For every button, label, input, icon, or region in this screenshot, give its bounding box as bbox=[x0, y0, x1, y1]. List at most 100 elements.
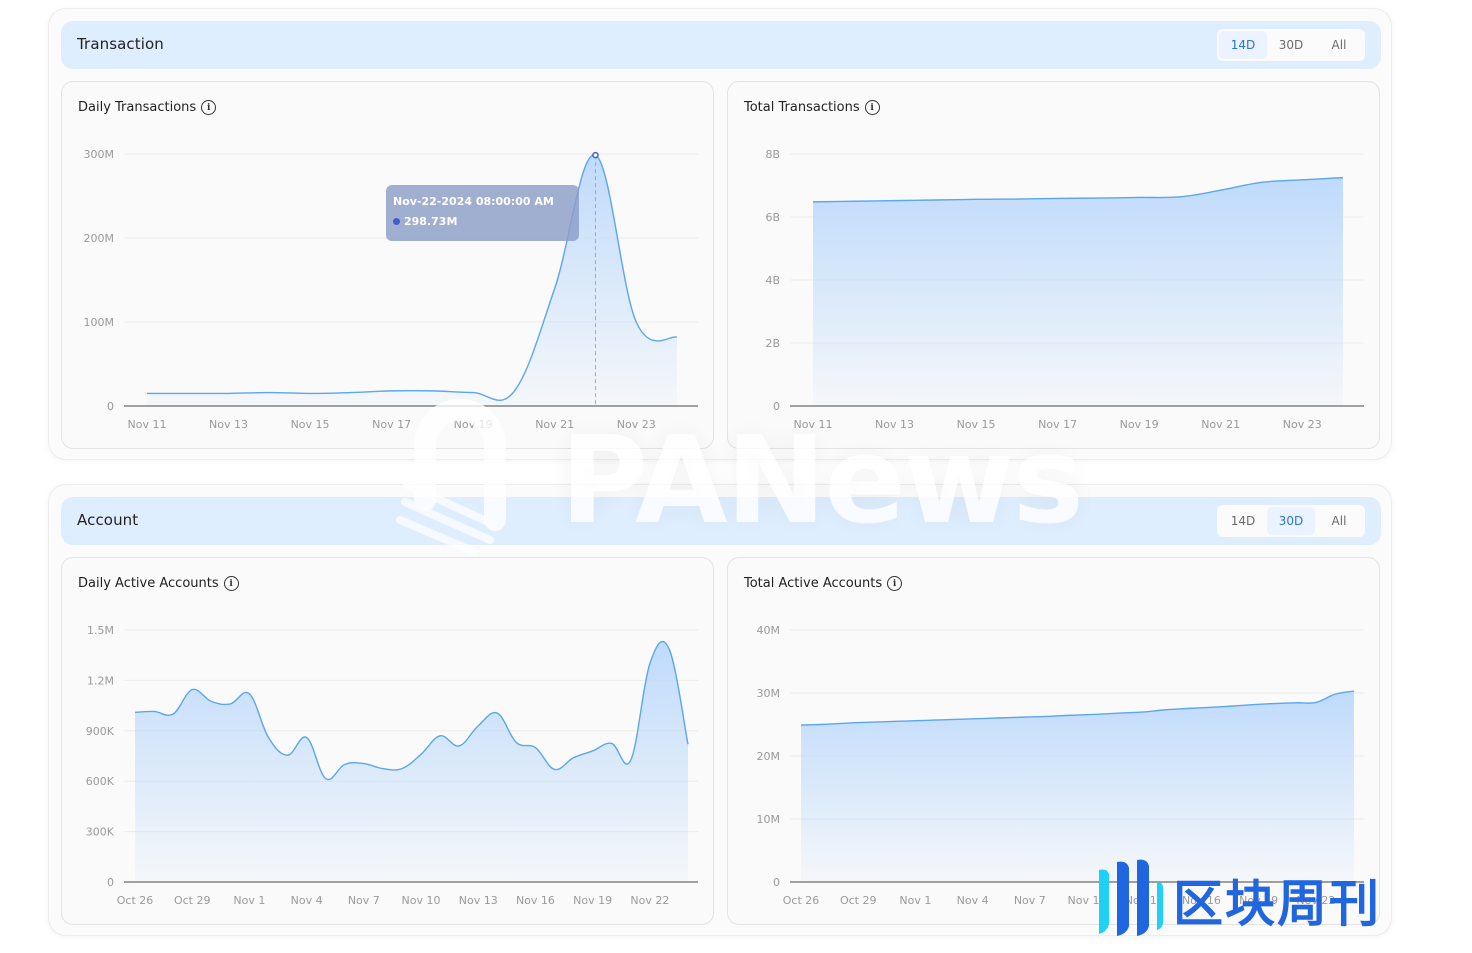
data-point[interactable] bbox=[380, 766, 386, 772]
data-point[interactable] bbox=[1055, 195, 1061, 201]
data-point[interactable] bbox=[989, 715, 995, 721]
data-point[interactable] bbox=[494, 710, 500, 716]
section-title: Transaction bbox=[77, 35, 164, 53]
data-point[interactable] bbox=[1256, 701, 1262, 707]
data-point[interactable] bbox=[798, 722, 804, 728]
data-point[interactable] bbox=[855, 720, 861, 726]
data-point[interactable] bbox=[389, 388, 395, 394]
data-point[interactable] bbox=[208, 698, 214, 704]
data-point[interactable] bbox=[418, 751, 424, 757]
data-point[interactable] bbox=[285, 752, 291, 758]
data-point[interactable] bbox=[1218, 187, 1224, 193]
data-point[interactable] bbox=[1198, 705, 1204, 711]
data-point[interactable] bbox=[1027, 714, 1033, 720]
data-point[interactable] bbox=[1141, 709, 1147, 715]
data-point[interactable] bbox=[892, 198, 898, 204]
data-point[interactable] bbox=[552, 766, 558, 772]
x-tick-label: Nov 19 bbox=[1120, 418, 1159, 431]
range-14d-button[interactable]: 14D bbox=[1219, 31, 1267, 59]
data-point[interactable] bbox=[132, 709, 138, 715]
data-point[interactable] bbox=[951, 716, 957, 722]
data-point[interactable] bbox=[932, 197, 938, 203]
data-point[interactable] bbox=[912, 718, 918, 724]
data-point[interactable] bbox=[1313, 699, 1319, 705]
data-point[interactable] bbox=[970, 716, 976, 722]
data-point[interactable] bbox=[874, 719, 880, 725]
range-all-button[interactable]: All bbox=[1315, 31, 1363, 59]
data-point[interactable] bbox=[1299, 177, 1305, 183]
data-point[interactable] bbox=[1237, 703, 1243, 709]
data-point[interactable] bbox=[609, 740, 615, 746]
data-point[interactable] bbox=[1084, 712, 1090, 718]
data-point[interactable] bbox=[227, 701, 233, 707]
data-point[interactable] bbox=[170, 711, 176, 717]
data-point[interactable] bbox=[633, 319, 639, 325]
data-point[interactable] bbox=[475, 723, 481, 729]
data-point[interactable] bbox=[342, 761, 348, 767]
data-point[interactable] bbox=[1294, 700, 1300, 706]
data-point[interactable] bbox=[1275, 700, 1281, 706]
data-point[interactable] bbox=[851, 198, 857, 204]
range-30d-button[interactable]: 30D bbox=[1267, 507, 1315, 535]
data-point[interactable] bbox=[685, 741, 691, 747]
data-point[interactable] bbox=[666, 645, 672, 651]
data-point[interactable] bbox=[361, 761, 367, 767]
data-point[interactable] bbox=[817, 722, 823, 728]
data-point[interactable] bbox=[151, 708, 157, 714]
highlighted-point[interactable] bbox=[592, 151, 599, 159]
data-point[interactable] bbox=[513, 740, 519, 746]
data-point[interactable] bbox=[1351, 688, 1357, 694]
data-point[interactable] bbox=[1340, 175, 1346, 181]
data-point[interactable] bbox=[348, 390, 354, 396]
data-point[interactable] bbox=[266, 390, 272, 396]
data-point[interactable] bbox=[144, 390, 150, 396]
data-point[interactable] bbox=[226, 390, 232, 396]
data-point[interactable] bbox=[590, 748, 596, 754]
data-point[interactable] bbox=[1177, 194, 1183, 200]
data-point[interactable] bbox=[628, 757, 634, 763]
data-point[interactable] bbox=[429, 388, 435, 394]
data-point[interactable] bbox=[571, 755, 577, 761]
data-point[interactable] bbox=[532, 745, 538, 751]
data-point[interactable] bbox=[399, 766, 405, 772]
data-point[interactable] bbox=[307, 390, 313, 396]
data-point[interactable] bbox=[1258, 179, 1264, 185]
data-point[interactable] bbox=[973, 196, 979, 202]
x-tick-label: Nov 13 bbox=[209, 418, 248, 431]
data-point[interactable] bbox=[931, 717, 937, 723]
data-point[interactable] bbox=[246, 691, 252, 697]
data-point[interactable] bbox=[1122, 710, 1128, 716]
data-point[interactable] bbox=[511, 389, 517, 395]
data-point[interactable] bbox=[323, 776, 329, 782]
range-toggle: 14D 30D All bbox=[1217, 29, 1365, 61]
data-point[interactable] bbox=[552, 285, 558, 291]
x-tick-label: Nov 15 bbox=[291, 418, 330, 431]
range-14d-button[interactable]: 14D bbox=[1219, 507, 1267, 535]
data-point[interactable] bbox=[1160, 707, 1166, 713]
y-tick-label: 300K bbox=[86, 826, 115, 839]
data-point[interactable] bbox=[893, 718, 899, 724]
data-point[interactable] bbox=[1103, 711, 1109, 717]
data-point[interactable] bbox=[1014, 196, 1020, 202]
data-point[interactable] bbox=[437, 733, 443, 739]
data-point[interactable] bbox=[1046, 713, 1052, 719]
data-point[interactable] bbox=[265, 735, 271, 741]
range-30d-button[interactable]: 30D bbox=[1267, 31, 1315, 59]
data-point[interactable] bbox=[456, 743, 462, 749]
data-point[interactable] bbox=[185, 390, 191, 396]
data-point[interactable] bbox=[1179, 706, 1185, 712]
data-point[interactable] bbox=[1095, 195, 1101, 201]
range-all-button[interactable]: All bbox=[1315, 507, 1363, 535]
data-point[interactable] bbox=[1065, 712, 1071, 718]
data-point[interactable] bbox=[304, 735, 310, 741]
data-point[interactable] bbox=[836, 721, 842, 727]
data-point[interactable] bbox=[1332, 691, 1338, 697]
data-point[interactable] bbox=[470, 390, 476, 396]
data-point[interactable] bbox=[1008, 715, 1014, 721]
data-point[interactable] bbox=[1136, 194, 1142, 200]
data-point[interactable] bbox=[810, 199, 816, 205]
data-point[interactable] bbox=[674, 334, 680, 340]
data-point[interactable] bbox=[189, 687, 195, 693]
data-point[interactable] bbox=[647, 661, 653, 667]
data-point[interactable] bbox=[1218, 704, 1224, 710]
